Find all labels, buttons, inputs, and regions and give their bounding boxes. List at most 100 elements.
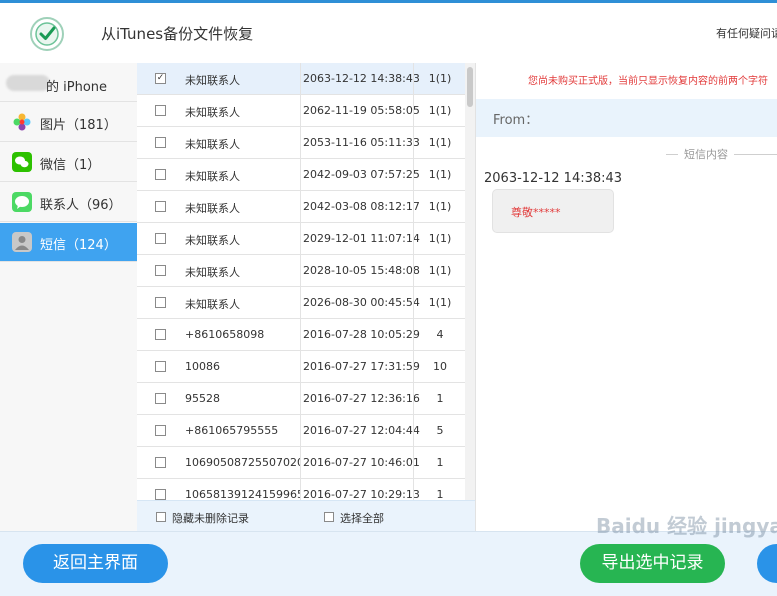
list-item[interactable]: 未知联系人 2053-11-16 05:11:33 1(1) [137,127,465,159]
list-item[interactable]: 未知联系人 2042-03-08 08:12:17 1(1) [137,191,465,223]
window-title: 从iTunes备份文件恢复 [101,25,254,43]
sidebar-item-photos[interactable]: 图片（181） [0,103,137,142]
sidebar-item-label: 微信（1） [40,158,101,173]
message-count: 4 [436,328,444,341]
message-time: 2063-12-12 14:38:43 [303,72,420,85]
sidebar-item-contacts[interactable]: 联系人（96） [0,183,137,222]
checkbox[interactable] [155,105,166,116]
contact-name: 未知联系人 [185,298,240,311]
list-scrollbar[interactable] [465,63,475,500]
list-item[interactable]: 106581391241599653 2016-07-27 10:29:13 1 [137,479,465,500]
message-time: 2016-07-27 12:04:44 [303,424,420,437]
list-item[interactable]: 未知联系人 2062-11-19 05:58:05 1(1) [137,95,465,127]
message-time: 2016-07-27 12:36:16 [303,392,420,405]
wechat-icon [12,152,32,172]
sidebar: 的 iPhone 图片（181） 微信（1） 联系人（96） 短信（124） [0,63,138,531]
from-label: From： [493,113,539,128]
message-timestamp: 2063-12-12 14:38:43 [484,171,623,186]
message-time: 2053-11-16 05:11:33 [303,136,420,149]
checkbox[interactable] [155,489,166,500]
from-bar: From： [476,99,777,137]
message-time: 2016-07-27 10:46:01 [303,456,420,469]
sidebar-device[interactable]: 的 iPhone [0,63,137,102]
message-count: 1(1) [428,104,452,117]
message-count: 1(1) [428,200,452,213]
list-item[interactable]: 95528 2016-07-27 12:36:16 1 [137,383,465,415]
message-count: 1(1) [428,168,452,181]
checkbox[interactable] [155,265,166,276]
message-text: 尊敬***** [511,206,561,219]
message-count: 1(1) [428,136,452,149]
checkbox[interactable] [155,169,166,180]
export-selected-button[interactable]: 导出选中记录 [580,544,725,583]
message-count: 10 [433,360,447,373]
sidebar-item-messages[interactable]: 短信（124） [0,223,137,262]
message-bubble: 尊敬***** [492,189,614,233]
column-divider [413,63,414,500]
watermark: Baidu 经验 jingyan.baidu.com [596,514,777,538]
message-count: 1 [436,456,444,469]
checkbox-checked[interactable]: ✓ [155,73,166,84]
bottom-bar: 返回主界面 导出选中记录 [0,531,777,596]
contacts-icon [12,192,32,212]
app-logo-icon [30,17,64,51]
help-link[interactable]: 有任何疑问请 [716,25,777,41]
scrollbar-thumb[interactable] [467,67,473,107]
message-count: 1(1) [428,264,452,277]
sidebar-item-wechat[interactable]: 微信（1） [0,143,137,182]
contact-name: 10086 [185,360,220,373]
message-time: 2028-10-05 15:48:08 [303,264,420,277]
checkbox[interactable] [155,297,166,308]
list-item[interactable]: 未知联系人 2029-12-01 11:07:14 1(1) [137,223,465,255]
recover-button[interactable] [757,544,777,583]
contact-name: +8610658098 [185,328,265,341]
select-all-checkbox[interactable] [324,512,334,522]
checkbox[interactable] [155,361,166,372]
contact-name: 未知联系人 [185,106,240,119]
message-time: 2026-08-30 00:45:54 [303,296,420,309]
hide-undeleted-label[interactable]: 隐藏未删除记录 [172,510,249,526]
contact-name: 未知联系人 [185,170,240,183]
list-item[interactable]: 未知联系人 2028-10-05 15:48:08 1(1) [137,255,465,287]
message-count: 1 [436,488,444,500]
section-label: 短信内容 [678,146,734,162]
messages-icon [12,232,32,252]
list-item[interactable]: +861065795555 2016-07-27 12:04:44 5 [137,415,465,447]
checkbox[interactable] [155,393,166,404]
back-to-main-button[interactable]: 返回主界面 [23,544,168,583]
checkbox[interactable] [155,201,166,212]
contact-name: +861065795555 [185,424,279,437]
contact-name: 未知联系人 [185,138,240,151]
list-item[interactable]: +8610658098 2016-07-28 10:05:29 4 [137,319,465,351]
hide-undeleted-checkbox[interactable] [156,512,166,522]
list-footer: 隐藏未删除记录 选择全部 [137,500,475,532]
contact-name: 未知联系人 [185,202,240,215]
message-time: 2016-07-27 10:29:13 [303,488,420,500]
contact-name: 未知联系人 [185,234,240,247]
message-count: 1 [436,392,444,405]
list-item[interactable]: 未知联系人 2026-08-30 00:45:54 1(1) [137,287,465,319]
contact-name: 95528 [185,392,220,405]
column-divider [300,63,301,500]
list-item[interactable]: 10086 2016-07-27 17:31:59 10 [137,351,465,383]
checkbox[interactable] [155,425,166,436]
photos-icon [12,112,32,132]
message-count: 1(1) [428,232,452,245]
select-all-label[interactable]: 选择全部 [340,510,384,526]
message-count: 1(1) [428,296,452,309]
message-time: 2042-09-03 07:57:25 [303,168,420,181]
trial-warning: 您尚未购买正式版，当前只显示恢复内容的前两个字符 [528,76,768,87]
checkbox[interactable] [155,137,166,148]
checkbox[interactable] [155,329,166,340]
contact-name: 106905087255070205 [185,456,301,469]
message-time: 2029-12-01 11:07:14 [303,232,420,245]
list-item[interactable]: 106905087255070205 2016-07-27 10:46:01 1 [137,447,465,479]
checkbox[interactable] [155,233,166,244]
app-header: 从iTunes备份文件恢复 有任何疑问请 [0,3,777,62]
list-item[interactable]: ✓ 未知联系人 2063-12-12 14:38:43 1(1) [137,63,465,95]
list-item[interactable]: 未知联系人 2042-09-03 07:57:25 1(1) [137,159,465,191]
message-time: 2062-11-19 05:58:05 [303,104,420,117]
device-name-redacted [6,75,50,91]
checkbox[interactable] [155,457,166,468]
contact-name: 未知联系人 [185,266,240,279]
